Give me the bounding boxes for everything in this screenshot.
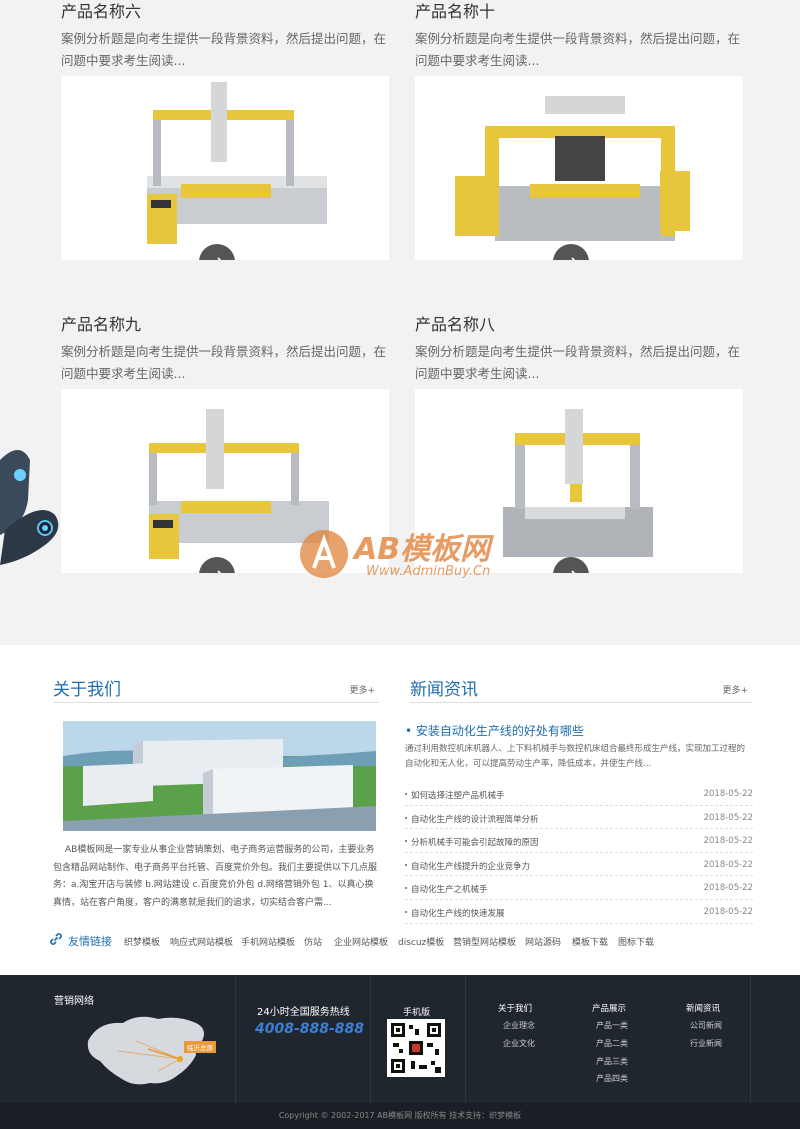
friend-link[interactable]: 模板下载 bbox=[572, 935, 608, 948]
friend-link[interactable]: 营销型网站模板 bbox=[453, 935, 516, 948]
hotline-number[interactable]: 4008-888-888 bbox=[255, 1021, 364, 1037]
qr-code-image bbox=[387, 1019, 445, 1077]
footer-link[interactable]: 产品一类 bbox=[596, 1020, 628, 1031]
watermark-logo: AB模板网 Www.AdminBuy.Cn bbox=[296, 520, 536, 594]
news-item-title[interactable]: 自动化生产线的设计流程简单分析 bbox=[411, 813, 539, 825]
product-title[interactable]: 产品名称九 bbox=[61, 313, 389, 337]
footer-link[interactable]: 公司新闻 bbox=[690, 1020, 722, 1031]
list-item[interactable]: 自动化生产线的快速发展 2018-05-22 bbox=[405, 900, 753, 924]
footer-link[interactable]: 企业理念 bbox=[503, 1020, 535, 1031]
about-header: 关于我们 更多+ bbox=[53, 673, 379, 703]
friend-link[interactable]: 织梦模板 bbox=[124, 935, 160, 948]
list-item[interactable]: 如何选择注塑产品机械手 2018-05-22 bbox=[405, 782, 753, 806]
list-item[interactable]: 自动化生产线的设计流程简单分析 2018-05-22 bbox=[405, 806, 753, 830]
news-item-date: 2018-05-22 bbox=[703, 859, 753, 870]
news-item-date: 2018-05-22 bbox=[703, 812, 753, 823]
footer-link[interactable]: 产品四类 bbox=[596, 1073, 628, 1084]
product-title[interactable]: 产品名称六 bbox=[61, 0, 389, 24]
news-top-desc: 通过利用数控机床机器人、上下料机械手与数控机床组合最终形成生产线，实现加工过程的… bbox=[405, 744, 746, 769]
friend-link[interactable]: 网站源码 bbox=[525, 935, 561, 948]
friend-link[interactable]: 图标下载 bbox=[618, 935, 654, 948]
copyright: Copyright © 2002-2017 AB模板网 版权所有 技术支持：织梦… bbox=[0, 1103, 800, 1129]
product-card[interactable]: 产品名称九 案例分析题是向考生提供一段背景资料，然后提出问题，在问题中要求考生阅… bbox=[61, 313, 389, 573]
friend-links: 友情链接 织梦模板 响应式网站模板 手机网站模板 仿站 企业网站模板 discu… bbox=[48, 931, 768, 949]
about-news-section: 关于我们 更多+ AB模板网是一家专业从事企业营销策划、电子商务运营服务的公司，… bbox=[0, 645, 800, 975]
news-item-title[interactable]: 自动化生产线的快速发展 bbox=[411, 907, 505, 919]
friend-link[interactable]: 企业网站模板 bbox=[334, 935, 388, 948]
news-more-link[interactable]: 更多+ bbox=[722, 683, 748, 696]
product-card[interactable]: 产品名称六 案例分析题是向考生提供一段背景资料，然后提出问题，在问题中要求考生阅… bbox=[61, 0, 389, 260]
robot-arm-decoration bbox=[0, 450, 59, 565]
watermark-url: Www.AdminBuy.Cn bbox=[366, 564, 491, 579]
about-text: AB模板网是一家专业从事企业营销策划、电子商务运营服务的公司，主要业务包含精品网… bbox=[53, 845, 378, 908]
product-title[interactable]: 产品名称十 bbox=[415, 0, 743, 24]
friend-link[interactable]: 响应式网站模板 bbox=[170, 935, 233, 948]
footer-link[interactable]: 企业文化 bbox=[503, 1038, 535, 1049]
friend-link[interactable]: 手机网站模板 bbox=[241, 935, 295, 948]
footer-link[interactable]: 行业新闻 bbox=[690, 1038, 722, 1049]
list-item[interactable]: 自动化生产之机械手 2018-05-22 bbox=[405, 876, 753, 900]
news-item-title[interactable]: 自动化生产之机械手 bbox=[411, 883, 488, 895]
watermark-brand: AB模板网 bbox=[354, 532, 491, 567]
footer: 营销网络 临沂总部 24小时全国服务热线 4008-888-888 手机版 关于… bbox=[0, 975, 800, 1129]
footer-col-title[interactable]: 产品展示 bbox=[592, 1002, 626, 1014]
news-item-date: 2018-05-22 bbox=[703, 883, 753, 894]
about-title[interactable]: 关于我们 bbox=[53, 675, 121, 700]
product-title[interactable]: 产品名称八 bbox=[415, 313, 743, 337]
friend-links-label: 友情链接 bbox=[68, 935, 112, 948]
product-desc: 案例分析题是向考生提供一段背景资料，然后提出问题，在问题中要求考生阅读... bbox=[61, 344, 387, 381]
news-header: 新闻资讯 更多+ bbox=[410, 673, 752, 703]
product-card[interactable]: 产品名称八 案例分析题是向考生提供一段背景资料，然后提出问题，在问题中要求考生阅… bbox=[415, 313, 743, 573]
product-card[interactable]: 产品名称十 案例分析题是向考生提供一段背景资料，然后提出问题，在问题中要求考生阅… bbox=[415, 0, 743, 260]
mobile-title: 手机版 bbox=[403, 1008, 431, 1018]
news-top-title[interactable]: • 安装自动化生产线的好处有哪些 bbox=[405, 722, 584, 739]
footer-link[interactable]: 产品三类 bbox=[596, 1056, 628, 1067]
news-item-date: 2018-05-22 bbox=[703, 789, 753, 799]
product-desc: 案例分析题是向考生提供一段背景资料，然后提出问题，在问题中要求考生阅读... bbox=[415, 31, 741, 68]
footer-col-title[interactable]: 新闻资讯 bbox=[686, 1002, 720, 1014]
news-list: 如何选择注塑产品机械手 2018-05-22 自动化生产线的设计流程简单分析 201… bbox=[405, 782, 753, 924]
list-item[interactable]: 自动化生产线提升的企业竞争力 2018-05-22 bbox=[405, 853, 753, 877]
news-item-date: 2018-05-22 bbox=[703, 836, 753, 847]
product-desc: 案例分析题是向考生提供一段背景资料，然后提出问题，在问题中要求考生阅读... bbox=[61, 31, 387, 68]
link-icon bbox=[50, 933, 62, 945]
friend-link[interactable]: 仿站 bbox=[304, 935, 322, 948]
list-item[interactable]: 分析机械手可能会引起故障的原因 2018-05-22 bbox=[405, 829, 753, 853]
product-image[interactable] bbox=[61, 76, 389, 260]
footer-col-title[interactable]: 关于我们 bbox=[498, 1002, 532, 1014]
news-item-date: 2018-05-22 bbox=[703, 906, 753, 917]
products-section: 产品名称六 案例分析题是向考生提供一段背景资料，然后提出问题，在问题中要求考生阅… bbox=[0, 0, 800, 645]
map-label: 临沂总部 bbox=[184, 1041, 216, 1053]
product-image[interactable] bbox=[415, 76, 743, 260]
about-more-link[interactable]: 更多+ bbox=[349, 683, 375, 696]
footer-link[interactable]: 产品二类 bbox=[596, 1038, 628, 1049]
product-desc: 案例分析题是向考生提供一段背景资料，然后提出问题，在问题中要求考生阅读... bbox=[415, 344, 741, 381]
hotline-title: 24小时全国服务热线 bbox=[257, 1007, 350, 1018]
friend-link[interactable]: discuz模板 bbox=[398, 935, 444, 948]
news-item-title[interactable]: 如何选择注塑产品机械手 bbox=[411, 789, 505, 801]
news-item-title[interactable]: 分析机械手可能会引起故障的原因 bbox=[411, 836, 539, 848]
news-item-title[interactable]: 自动化生产线提升的企业竞争力 bbox=[411, 860, 530, 872]
network-title: 营销网络 bbox=[54, 996, 94, 1007]
news-title[interactable]: 新闻资讯 bbox=[410, 675, 478, 700]
company-building-image[interactable] bbox=[63, 721, 376, 831]
